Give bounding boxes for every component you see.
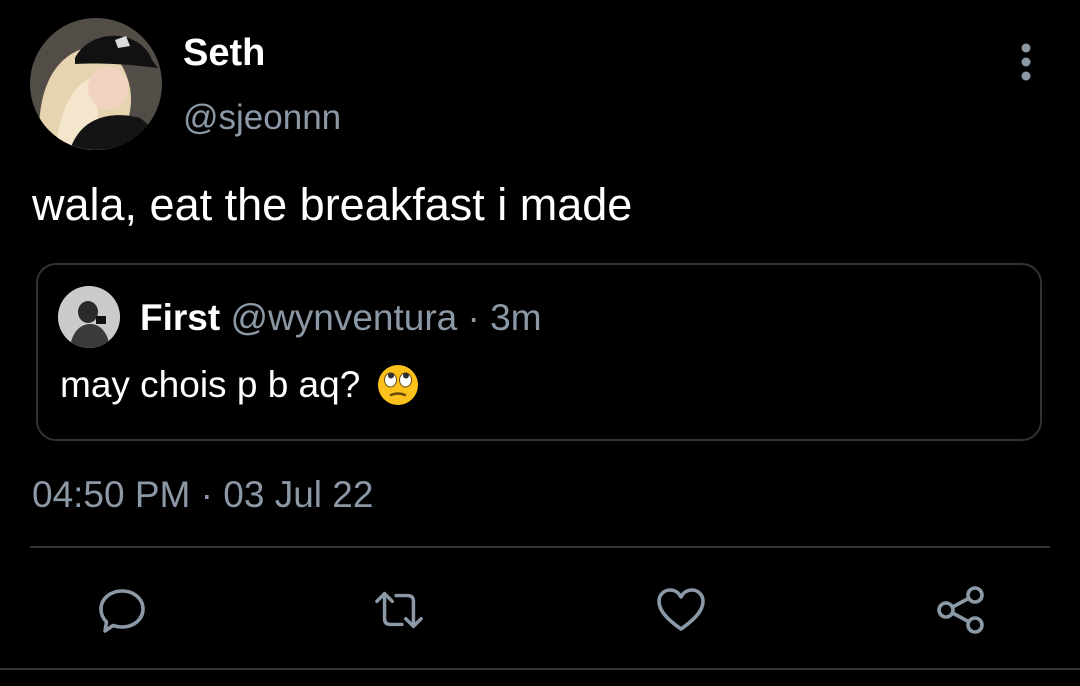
quoted-tweet-separator: · <box>467 297 480 338</box>
profile-photo-icon <box>30 18 162 150</box>
tweet-timestamp: 04:50 PM · 03 Jul 22 <box>32 472 373 518</box>
vertical-ellipsis-icon <box>1021 43 1031 81</box>
quoted-tweet-age: 3m <box>490 297 542 338</box>
divider-top <box>30 546 1050 548</box>
like-button[interactable] <box>655 584 707 636</box>
quoted-author-display-name[interactable]: First <box>140 297 220 338</box>
author-display-name[interactable]: Seth <box>183 30 265 76</box>
timestamp-separator: · <box>200 474 213 515</box>
speech-bubble-icon <box>99 589 145 633</box>
quoted-tweet-body: may chois p b aq? <box>60 362 420 408</box>
share-button[interactable] <box>935 584 987 636</box>
retweet-icon <box>375 591 423 629</box>
tweet-text: wala, eat the breakfast i made <box>32 179 633 230</box>
quoted-tweet-text: may chois p b aq? <box>60 364 361 405</box>
quoted-tweet-card[interactable] <box>36 263 1042 441</box>
reply-button[interactable] <box>96 584 148 636</box>
divider-bottom <box>0 668 1080 670</box>
share-nodes-icon <box>937 586 984 634</box>
face-with-rolling-eyes-icon <box>378 365 419 405</box>
author-handle[interactable]: @sjeonnn <box>183 96 341 140</box>
tweet-time: 04:50 PM <box>32 474 191 515</box>
heart-icon <box>657 588 705 631</box>
author-avatar[interactable] <box>30 18 162 150</box>
quoted-author-handle[interactable]: @wynventura <box>230 297 457 338</box>
quoted-tweet-header: First @wynventura · 3m <box>140 296 542 340</box>
tweet-date: 03 Jul 22 <box>223 474 374 515</box>
profile-photo-icon <box>58 286 120 348</box>
quoted-author-avatar[interactable] <box>58 286 120 348</box>
retweet-button[interactable] <box>373 584 425 636</box>
more-options-button[interactable] <box>1008 40 1044 84</box>
